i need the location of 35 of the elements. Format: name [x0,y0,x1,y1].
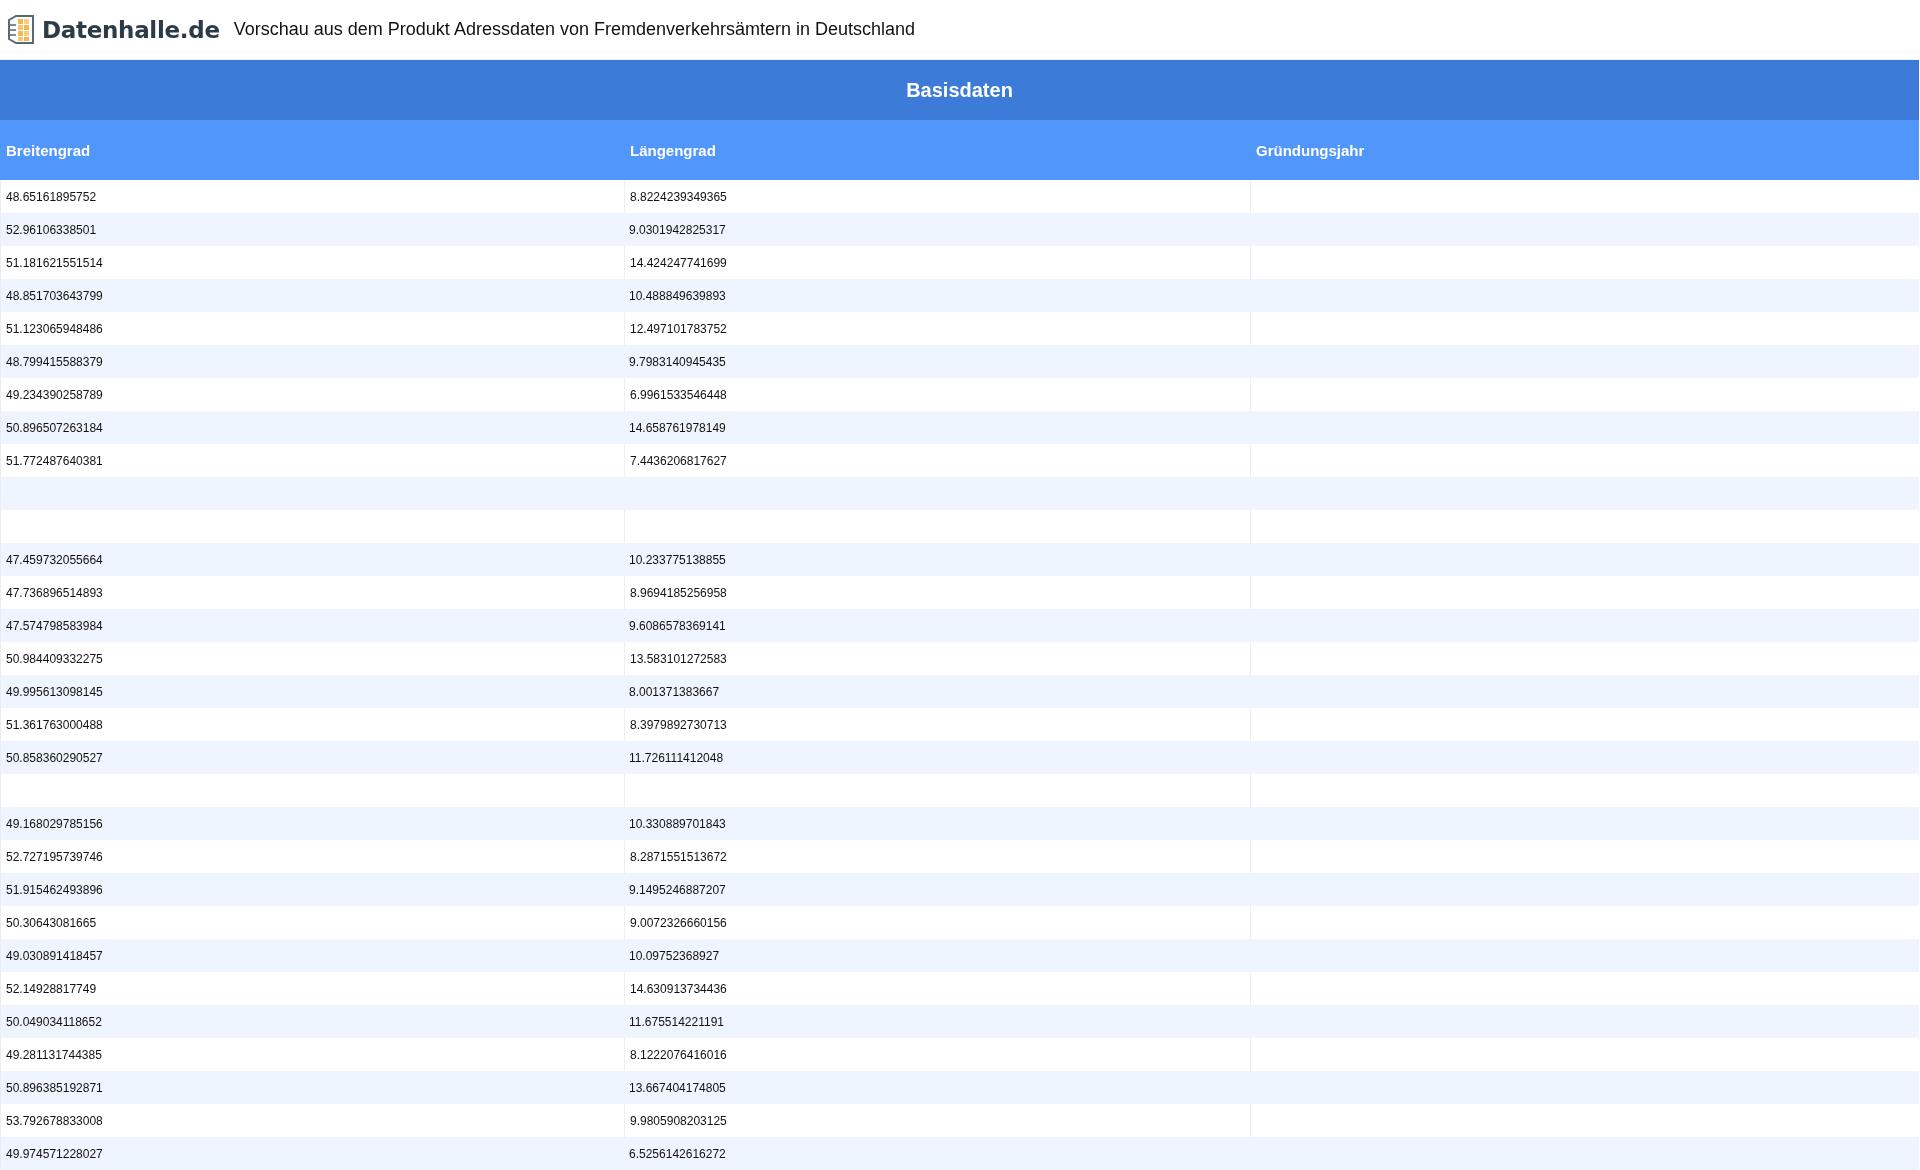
table-cell: 6.5256142616272 [624,1137,1250,1170]
table-cell: 50.896385192871 [0,1071,624,1104]
table-cell: 10.488849639893 [624,279,1250,312]
table-cell: 9.6086578369141 [624,609,1250,642]
table-cell: 49.974571228027 [0,1137,624,1170]
table-cell: 51.915462493896 [0,873,624,906]
table-cell: 48.851703643799 [0,279,624,312]
table-cell: 47.459732055664 [0,543,624,576]
table-cell: 52.96106338501 [0,213,624,246]
table-cell: 8.001371383667 [624,675,1250,708]
table-cell: 9.1495246887207 [624,873,1250,906]
table-cell: 49.168029785156 [0,807,624,840]
table-cell: 11.726111412048 [624,741,1250,774]
table-cell: 50.858360290527 [0,741,624,774]
table-cell: 47.574798583984 [0,609,624,642]
table-cell: 11.675514221191 [624,1005,1250,1038]
table-cell: 49.030891418457 [0,939,624,972]
column-header: Längengrad [624,120,1250,180]
table-cell: 49.995613098145 [0,675,624,708]
table-cell: 50.049034118652 [0,1005,624,1038]
table-cell: 9.7983140945435 [624,345,1250,378]
logo-text: Datenhalle.de [42,16,220,43]
table-cell: 9.0301942825317 [624,213,1250,246]
table-cell: 13.667404174805 [624,1071,1250,1104]
logo-icon [6,13,36,46]
column-header: Breitengrad [0,120,624,180]
table-title: Basisdaten [0,60,1919,120]
column-header: Gründungsjahr [1250,120,1919,180]
page-title: Vorschau aus dem Produkt Adressdaten von Fremdenverkehrsämtern in Deutschland [233,19,916,40]
table-cell: 50.896507263184 [0,411,624,444]
table-cell: 10.09752368927 [624,939,1250,972]
table-cell: 10.330889701843 [624,807,1250,840]
table-cell: 10.233775138855 [624,543,1250,576]
table-cell: 48.799415588379 [0,345,624,378]
table-cell: 14.658761978149 [624,411,1250,444]
